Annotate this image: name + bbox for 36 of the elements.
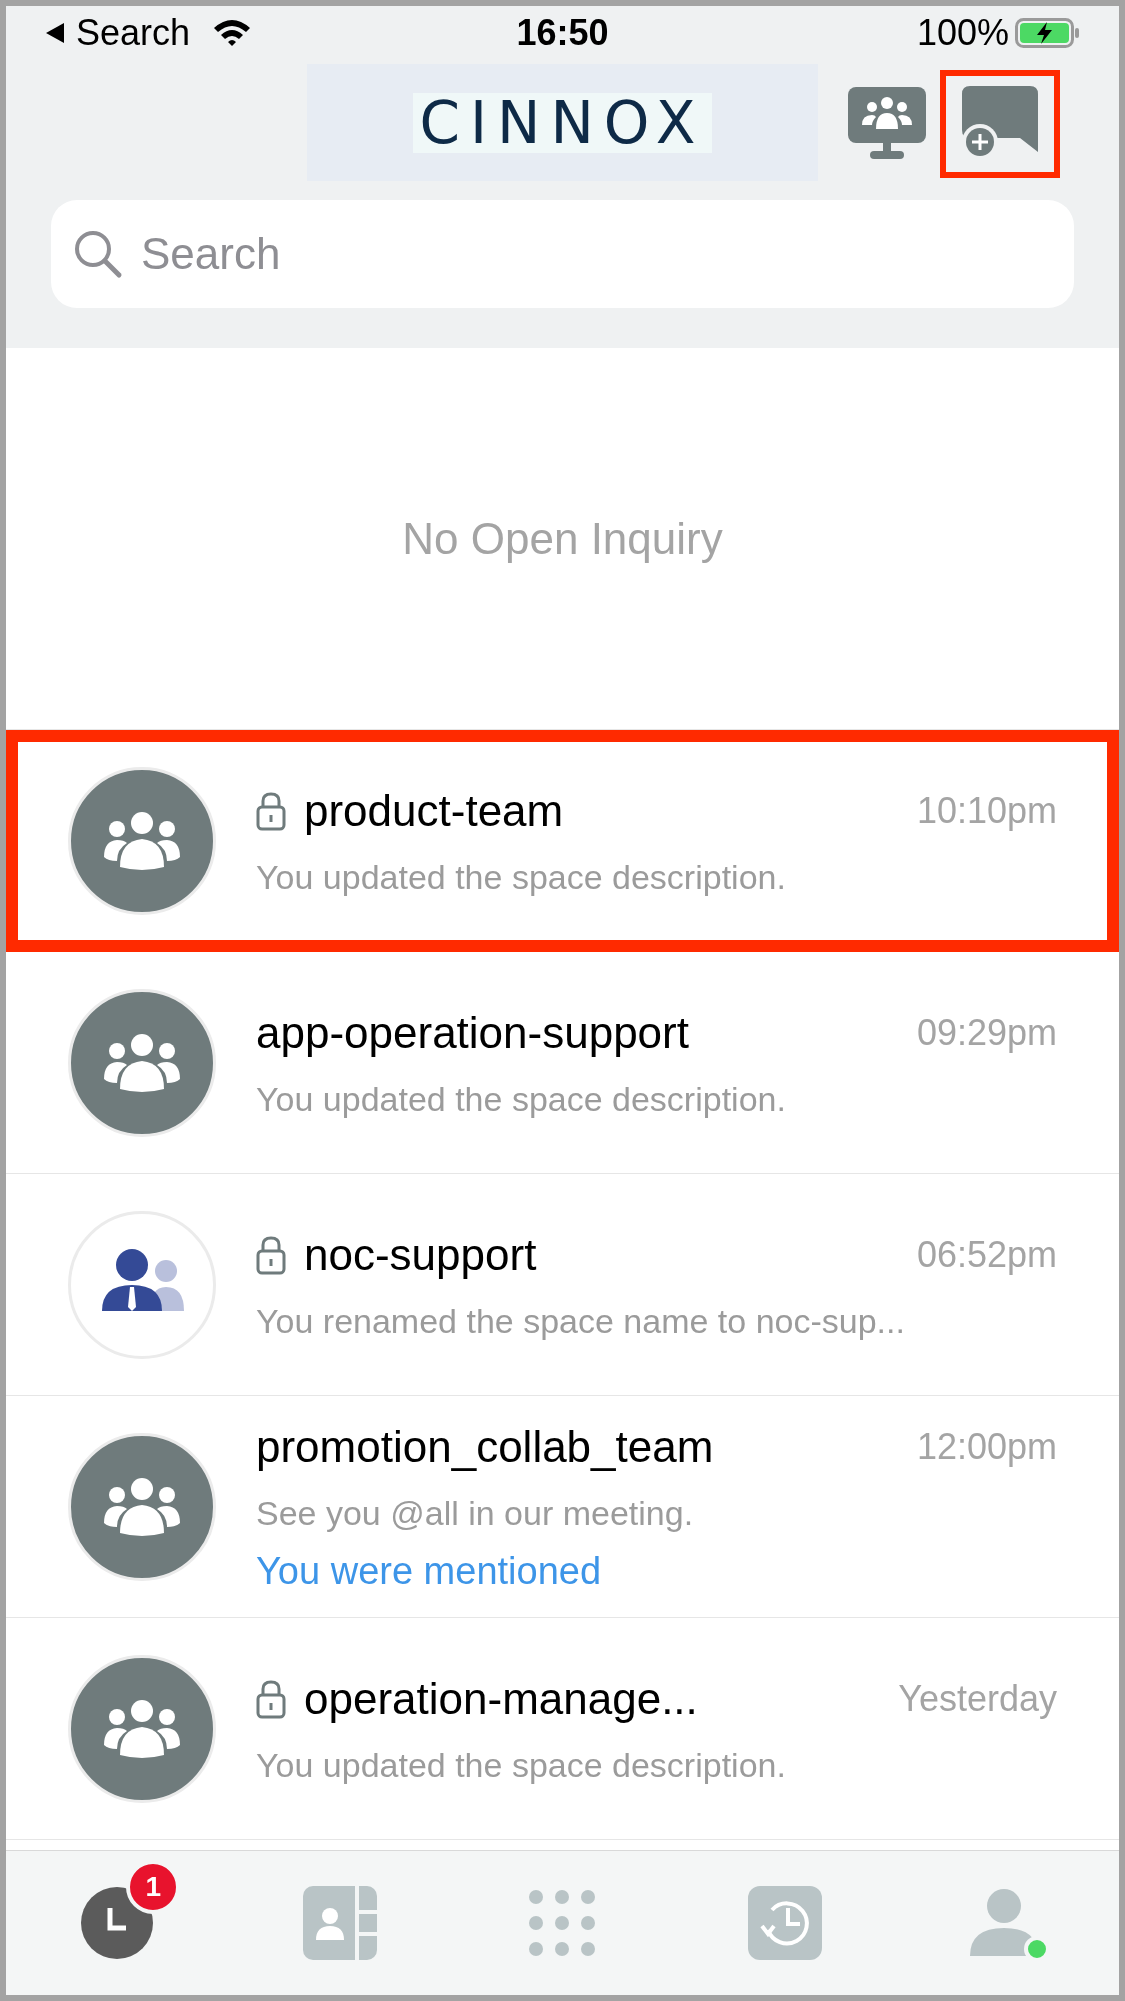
- message-time: Yesterday: [898, 1677, 1057, 1721]
- history-icon: [748, 1886, 823, 1960]
- message-preview: See you @all in our meeting.: [256, 1492, 695, 1534]
- conversation-row[interactable]: app-operation-support 09:29pm You updated the space description.: [6, 952, 1119, 1174]
- message-time: 10:10pm: [916, 789, 1057, 833]
- conversation-row[interactable]: noc-support 06:52pm You renamed the space name to noc-sup...: [6, 1174, 1119, 1396]
- mention-notice: You were mentioned: [256, 1548, 603, 1594]
- message-preview: You updated the space description.: [256, 1079, 787, 1120]
- message-time: 09:29pm: [916, 1011, 1057, 1055]
- conversation-title: operation-manage...: [304, 1673, 698, 1725]
- new-chat-icon[interactable]: [940, 70, 1060, 178]
- conversation-row[interactable]: promotion_collab_team 12:00pm See you @all in our meeting. You were mentioned: [6, 1396, 1119, 1618]
- battery-charging-icon: [1015, 18, 1081, 48]
- empty-state-message: No Open Inquiry: [402, 512, 723, 565]
- search-icon: [73, 229, 123, 279]
- brand-logo: CINNOX: [413, 92, 712, 153]
- clock-time: 16:50: [516, 11, 609, 55]
- conversation-title: product-team: [304, 785, 564, 837]
- message-time: 12:00pm: [916, 1424, 1057, 1469]
- message-time: 06:52pm: [916, 1233, 1057, 1277]
- conversation-row[interactable]: operation-manage... Yesterday You updated the space description.: [6, 1618, 1119, 1840]
- wifi-icon: [212, 18, 253, 48]
- tab-button[interactable]: 1: [6, 1851, 229, 1995]
- conversation-row[interactable]: product-team 10:10pm You updated the space description.: [6, 730, 1119, 952]
- keypad-icon: [528, 1889, 597, 1957]
- back-link[interactable]: Search: [76, 6, 191, 60]
- back-arrow-icon[interactable]: [44, 21, 66, 45]
- contact-book-icon: [302, 1886, 377, 1960]
- message-preview: You renamed the space name to noc-sup...: [256, 1301, 906, 1342]
- search-field[interactable]: Search: [51, 200, 1074, 308]
- battery-percent: 100%: [916, 11, 1009, 55]
- conversation-title: noc-support: [304, 1229, 537, 1281]
- conversation-title: app-operation-support: [256, 1007, 689, 1059]
- conversation-title: promotion_collab_team: [256, 1420, 714, 1473]
- message-preview: You updated the space description.: [256, 857, 787, 898]
- message-preview: You updated the space description.: [256, 1745, 787, 1786]
